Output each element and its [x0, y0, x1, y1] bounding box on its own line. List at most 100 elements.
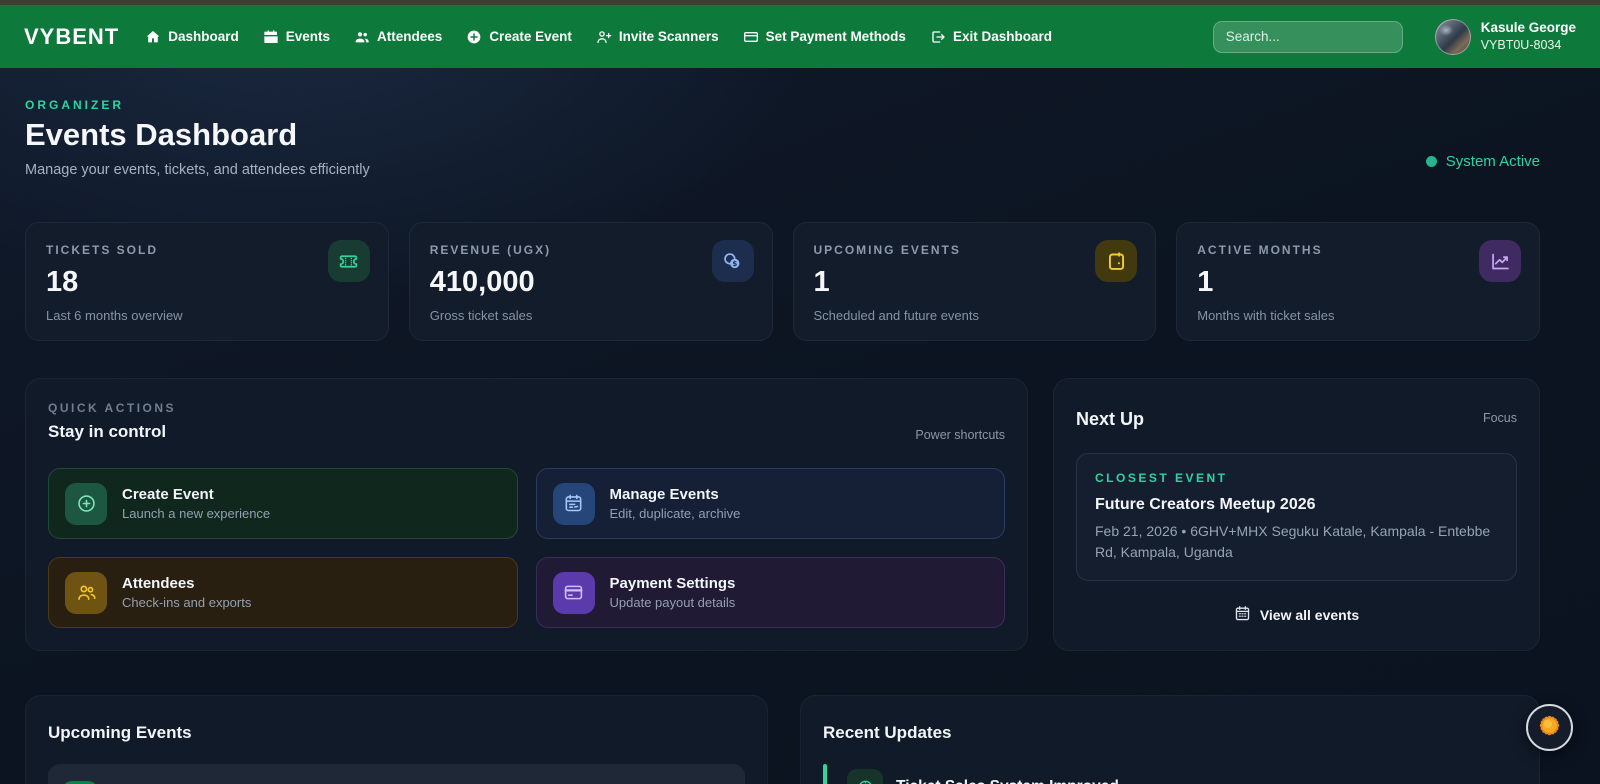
stat-caption: Gross ticket sales [429, 308, 533, 323]
stat-label: ACTIVE MONTHS [1197, 243, 1323, 257]
trend-up-icon [1479, 240, 1521, 282]
plus-circle-icon [65, 482, 107, 525]
quick-actions-hint: Power shortcuts [915, 428, 1005, 442]
calendar-icon [263, 29, 279, 45]
stat-value: 1 [1197, 266, 1214, 298]
nav-item-label: Events [285, 29, 331, 44]
stat-value: 1 [813, 266, 830, 298]
nav-item-events[interactable]: Events [263, 29, 330, 45]
quick-actions-panel: QUICK ACTIONS Stay in control Power shor… [25, 378, 1028, 651]
page-header: ORGANIZER Events Dashboard Manage your e… [25, 98, 1540, 178]
svg-text:$: $ [732, 259, 737, 267]
stat-caption: Months with ticket sales [1197, 308, 1335, 323]
action-title: Create Event [122, 486, 214, 503]
status-badge: System Active [1425, 144, 1540, 178]
brand-logo[interactable]: VYBENT [24, 24, 119, 50]
next-up-hint: Focus [1482, 411, 1517, 425]
stat-label: UPCOMING EVENTS [813, 243, 961, 257]
action-subtitle: Launch a new experience [122, 506, 271, 521]
action-subtitle: Check-ins and exports [122, 595, 252, 610]
status-dot-icon [1425, 155, 1437, 167]
stat-caption: Last 6 months overview [46, 308, 183, 323]
stat-caption: Scheduled and future events [813, 308, 980, 323]
view-all-events-button[interactable]: View all events [1076, 605, 1517, 625]
calendar-icon [1095, 240, 1138, 282]
page-title: Events Dashboard [25, 117, 298, 152]
nav-item-label: Set Payment Methods [765, 29, 906, 44]
action-subtitle: Update payout details [609, 595, 736, 610]
closest-event-details: Feb 21, 2026 • 6GHV+MHX Seguku Katale, K… [1095, 523, 1491, 560]
ticket-icon [327, 240, 370, 282]
next-up-panel: Next Up Focus CLOSEST EVENT Future Creat… [1053, 378, 1540, 651]
next-up-title: Next Up [1076, 409, 1145, 429]
stat-label: TICKETS SOLD [46, 243, 159, 257]
navbar: VYBENT Dashboard Events Attendees Create… [0, 5, 1600, 68]
quick-actions-title: Stay in control [48, 422, 167, 441]
stat-value: 410,000 [429, 266, 535, 298]
nav-links: Dashboard Events Attendees Create Event … [145, 29, 1052, 45]
nav-item-dashboard[interactable]: Dashboard [145, 29, 239, 45]
update-title: Ticket Sales System Improved [896, 778, 1119, 784]
stat-card-upcoming-events: UPCOMING EVENTS 1 Scheduled and future e… [792, 222, 1157, 341]
update-row: Ticket Sales System Improved [823, 764, 1517, 784]
plus-circle-icon [466, 29, 482, 45]
recent-updates-panel: Recent Updates Ticket Sales System Impro… [800, 695, 1540, 784]
sun-icon [1537, 713, 1562, 743]
avatar[interactable] [1434, 18, 1471, 55]
action-title: Payment Settings [609, 575, 736, 592]
manage-events-button[interactable]: Manage Events Edit, duplicate, archive [535, 468, 1005, 539]
user-plus-icon [596, 29, 612, 45]
theme-toggle-button[interactable] [1526, 704, 1573, 751]
action-title: Manage Events [609, 486, 719, 503]
closest-event-eyebrow: CLOSEST EVENT [1095, 471, 1228, 485]
stat-card-revenue: REVENUE (UGX) 410,000 Gross ticket sales… [408, 222, 773, 341]
home-icon [145, 29, 161, 45]
credit-card-icon [552, 571, 595, 614]
create-event-button[interactable]: Create Event Launch a new experience [48, 468, 518, 539]
user-name: Kasule George [1480, 19, 1576, 35]
coins-icon: $ [711, 240, 754, 282]
closest-event-title: Future Creators Meetup 2026 [1095, 496, 1316, 513]
nav-item-label: Dashboard [168, 29, 239, 44]
nav-item-create-event[interactable]: Create Event [466, 29, 572, 45]
nav-item-invite-scanners[interactable]: Invite Scanners [596, 29, 719, 45]
search-input[interactable] [1212, 20, 1403, 53]
user-id: VYBT0U-8034 [1480, 38, 1562, 53]
action-subtitle: Edit, duplicate, archive [609, 506, 741, 521]
user-meta: Kasule George VYBT0U-8034 [1481, 19, 1576, 54]
action-title: Attendees [122, 575, 195, 592]
nav-item-set-payment-methods[interactable]: Set Payment Methods [743, 29, 906, 45]
recent-updates-title: Recent Updates [823, 723, 952, 742]
users-icon [354, 29, 370, 45]
update-accent-bar [823, 764, 827, 784]
stat-label: REVENUE (UGX) [429, 243, 552, 257]
stat-card-tickets-sold: TICKETS SOLD 18 Last 6 months overview [25, 222, 389, 341]
nav-item-attendees[interactable]: Attendees [354, 29, 442, 45]
upcoming-events-title: Upcoming Events [48, 723, 192, 742]
calendar-edit-icon [552, 482, 595, 525]
stat-card-active-months: ACTIVE MONTHS 1 Months with ticket sales [1176, 222, 1540, 341]
user-profile-chip[interactable]: Kasule George VYBT0U-8034 [1434, 18, 1576, 55]
stats-row: TICKETS SOLD 18 Last 6 months overview R… [25, 222, 1540, 341]
gauge-icon [847, 769, 883, 784]
page-subtitle: Manage your events, tickets, and attende… [25, 162, 370, 178]
nav-item-label: Invite Scanners [618, 29, 719, 44]
nav-item-label: Create Event [489, 29, 572, 44]
nav-item-exit-dashboard[interactable]: Exit Dashboard [930, 29, 1052, 45]
stat-value: 18 [46, 266, 79, 298]
attendees-button[interactable]: Attendees Check-ins and exports [48, 557, 518, 628]
upcoming-event-row[interactable]: Future Creators Meetup 2026 [48, 764, 745, 784]
nav-item-label: Exit Dashboard [952, 29, 1052, 44]
users-icon [65, 571, 107, 614]
exit-icon [930, 29, 946, 45]
closest-event-card: CLOSEST EVENT Future Creators Meetup 202… [1076, 453, 1517, 581]
nav-item-label: Attendees [377, 29, 443, 44]
credit-card-icon [743, 29, 759, 45]
payment-settings-button[interactable]: Payment Settings Update payout details [535, 557, 1005, 628]
status-text: System Active [1445, 152, 1540, 170]
view-all-events-label: View all events [1259, 607, 1360, 623]
upcoming-events-panel: Upcoming Events Future Creators Meetup 2… [25, 695, 768, 784]
calendar-grid-icon [1234, 605, 1251, 625]
quick-actions-eyebrow: QUICK ACTIONS [48, 401, 177, 415]
organizer-eyebrow: ORGANIZER [25, 98, 124, 112]
